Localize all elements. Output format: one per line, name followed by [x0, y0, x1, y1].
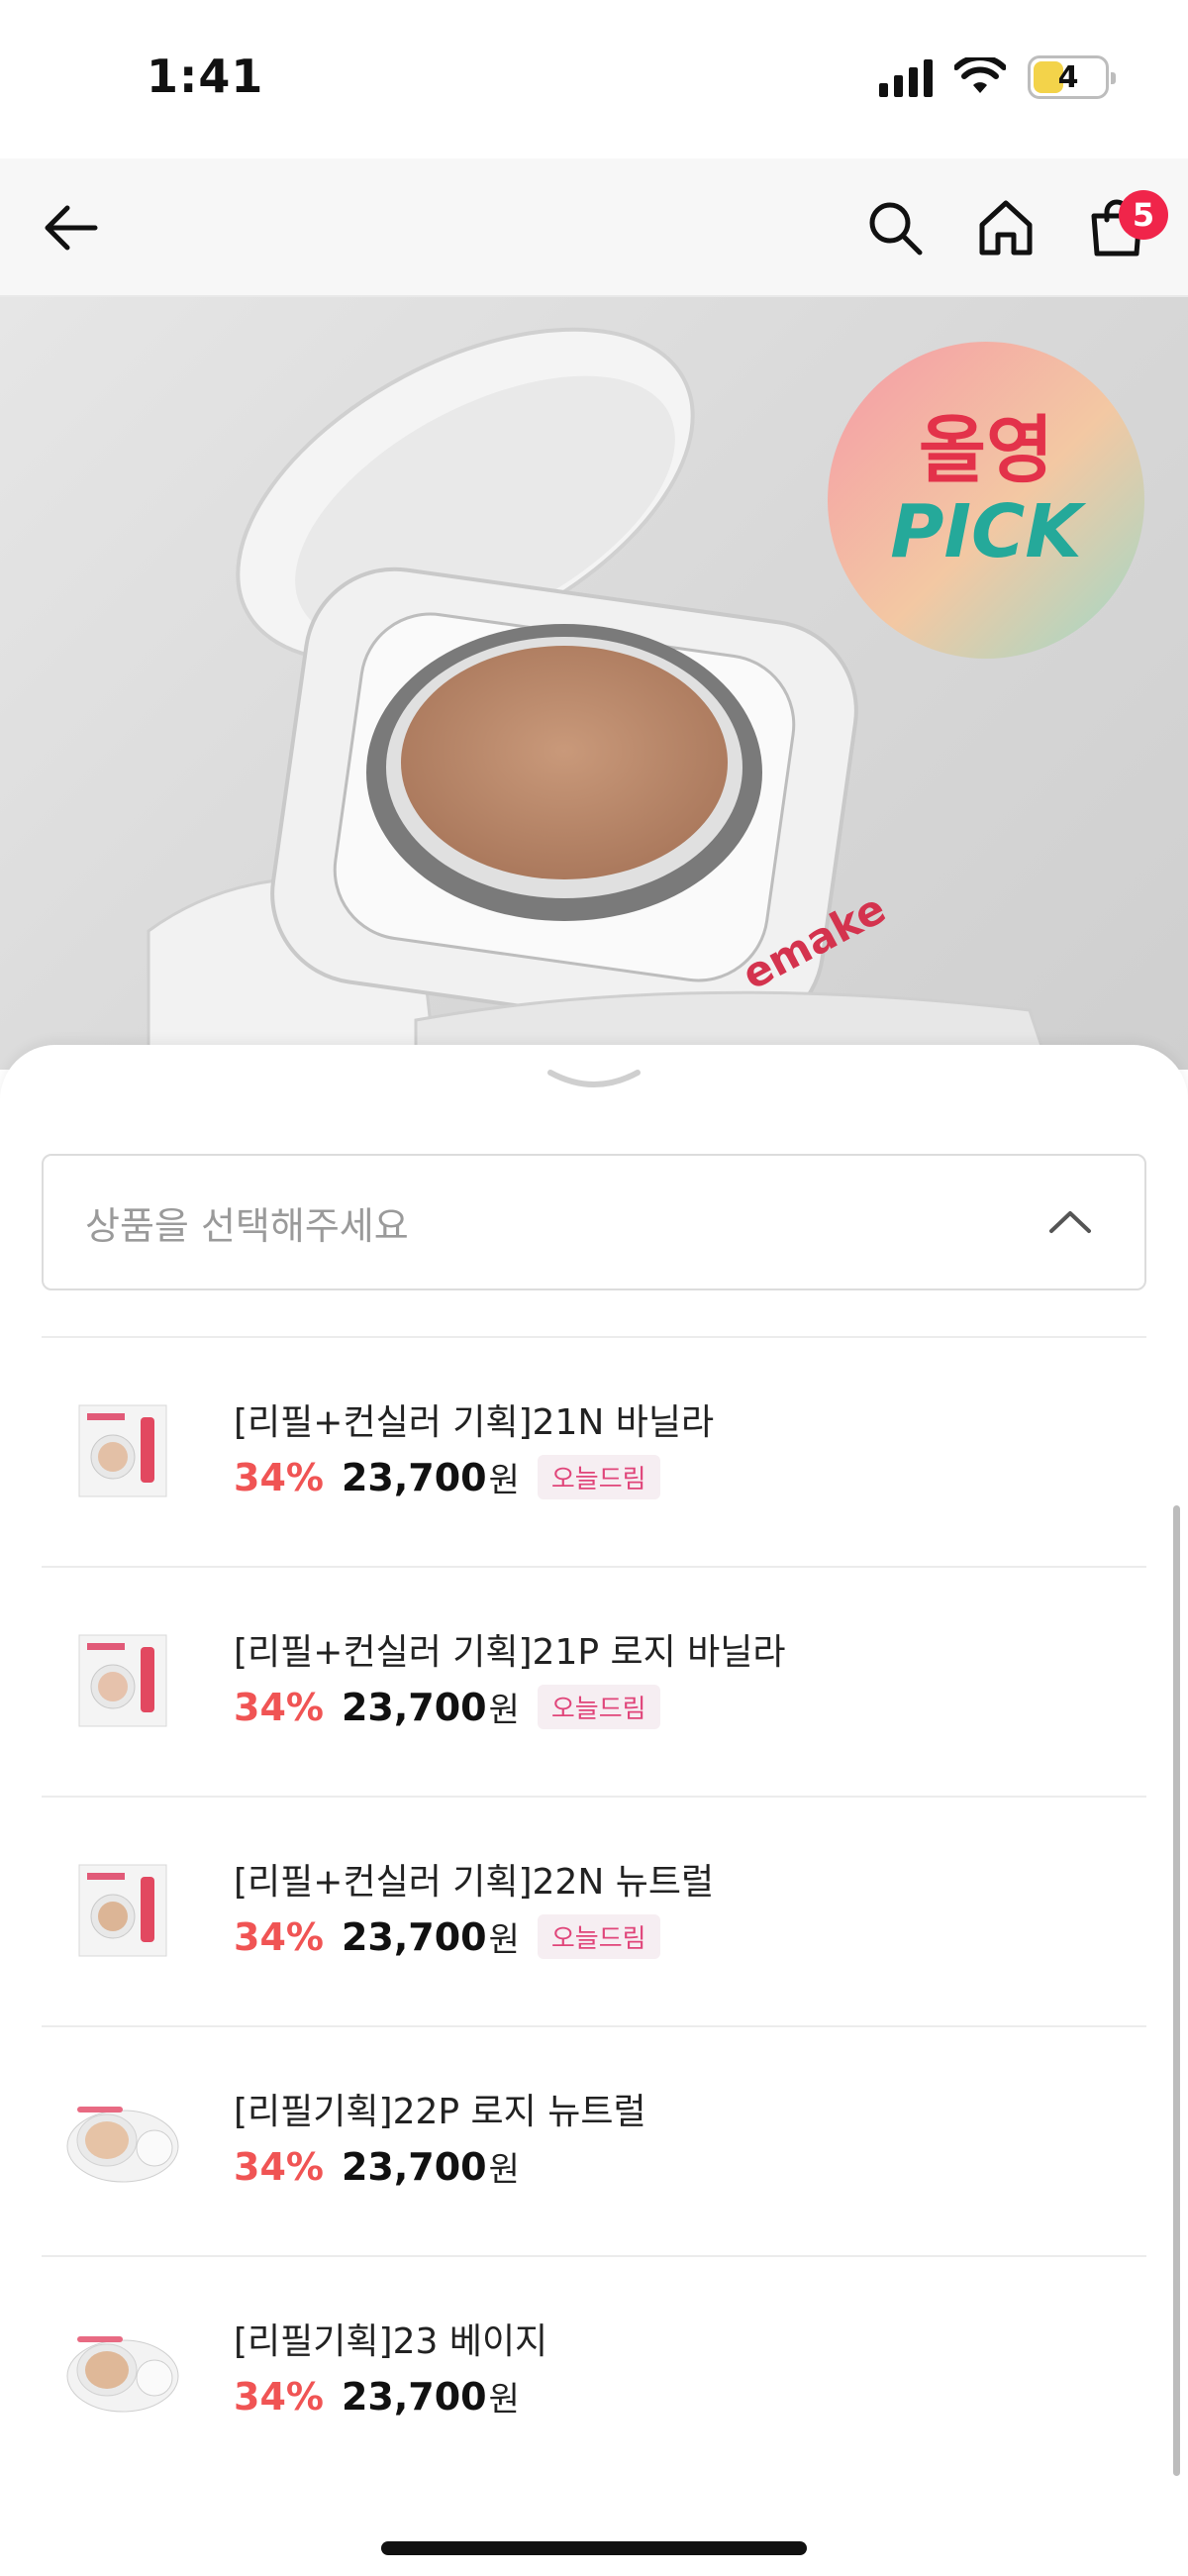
option-list-item[interactable]: [리필+컨실러 기획]21P 로지 바닐라 34% 23,700 원 오늘드림	[42, 1568, 1146, 1798]
currency: 원	[488, 1461, 520, 1500]
today-delivery-tag: 오늘드림	[537, 1914, 660, 1959]
discount-rate: 34%	[234, 1914, 324, 1959]
option-name: [리필+컨실러 기획]22N 뉴트럴	[234, 1862, 715, 1903]
option-name: [리필기획]22P 로지 뉴트럴	[234, 2092, 646, 2132]
price-row: 34% 23,700 원	[234, 2142, 520, 2191]
home-indicator[interactable]	[381, 2541, 807, 2555]
price-row: 34% 23,700 원 오늘드림	[234, 1453, 660, 1501]
cart-button[interactable]: 5	[1077, 188, 1168, 267]
currency: 원	[488, 1920, 520, 1960]
option-bottom-sheet: 상품을 선택해주세요 [리필+컨실러 기획]21N 바닐라 34% 23,700	[0, 1045, 1188, 2576]
price: 23,700	[341, 2144, 487, 2189]
search-icon	[869, 202, 923, 256]
price-row: 34% 23,700 원 오늘드림	[234, 1683, 660, 1731]
home-button[interactable]	[966, 188, 1045, 267]
discount-rate: 34%	[234, 1685, 324, 1729]
back-arrow-icon	[45, 205, 98, 251]
price-row: 34% 23,700 원 오늘드림	[234, 1912, 660, 1961]
product-thumbnail	[63, 1621, 182, 1740]
today-delivery-tag: 오늘드림	[537, 1455, 660, 1499]
price: 23,700	[341, 1914, 487, 1959]
price: 23,700	[341, 1455, 487, 1499]
product-hero-image[interactable]: emake 올영 PICK	[0, 297, 1188, 1070]
wifi-icon	[954, 57, 1006, 93]
battery-level: 4	[1057, 59, 1079, 95]
product-thumbnail	[63, 2311, 182, 2429]
cushion-compact-illustration: emake 올영 PICK	[147, 327, 1144, 1070]
price: 23,700	[341, 2374, 487, 2419]
option-list-item[interactable]: [리필+컨실러 기획]22N 뉴트럴 34% 23,700 원 오늘드림	[42, 1798, 1146, 2027]
badge-line1: 올영	[919, 408, 1053, 493]
currency: 원	[488, 2380, 520, 2420]
app-header: 5	[0, 158, 1188, 297]
currency: 원	[488, 2150, 520, 2190]
scrollbar[interactable]	[1173, 1505, 1180, 2476]
back-button[interactable]	[32, 188, 111, 267]
chevron-down-icon	[547, 1070, 641, 1087]
chevron-up-icon	[1049, 1211, 1091, 1233]
today-delivery-tag: 오늘드림	[537, 1685, 660, 1729]
option-select-dropdown[interactable]: 상품을 선택해주세요	[42, 1154, 1146, 1290]
product-thumbnail	[63, 1391, 182, 1510]
product-thumbnail	[63, 2081, 182, 2200]
price: 23,700	[341, 1685, 487, 1729]
select-placeholder: 상품을 선택해주세요	[85, 1203, 409, 1248]
status-bar: 1:41 4	[0, 0, 1188, 158]
option-list: [리필+컨실러 기획]21N 바닐라 34% 23,700 원 오늘드림 [리필…	[42, 1338, 1146, 2487]
option-list-item[interactable]: [리필기획]22P 로지 뉴트럴 34% 23,700 원	[42, 2027, 1146, 2257]
search-button[interactable]	[855, 188, 935, 267]
battery-icon: 4	[1028, 55, 1116, 99]
sheet-handle[interactable]	[544, 1063, 644, 1106]
cellular-signal-icon	[879, 57, 933, 97]
status-time: 1:41	[147, 50, 264, 103]
cart-count-badge: 5	[1119, 190, 1168, 240]
discount-rate: 34%	[234, 2374, 324, 2419]
price-row: 34% 23,700 원	[234, 2372, 520, 2421]
option-name: [리필기획]23 베이지	[234, 2321, 548, 2362]
option-name: [리필+컨실러 기획]21P 로지 바닐라	[234, 1632, 786, 1673]
option-list-item[interactable]: [리필+컨실러 기획]21N 바닐라 34% 23,700 원 오늘드림	[42, 1338, 1146, 1568]
badge-line2: PICK	[890, 489, 1086, 574]
status-icons: 4	[879, 55, 1116, 99]
discount-rate: 34%	[234, 1455, 324, 1499]
currency: 원	[488, 1691, 520, 1730]
option-list-item[interactable]: [리필기획]23 베이지 34% 23,700 원	[42, 2257, 1146, 2487]
home-icon	[979, 200, 1033, 256]
product-thumbnail	[63, 1851, 182, 1970]
option-name: [리필+컨실러 기획]21N 바닐라	[234, 1402, 715, 1443]
discount-rate: 34%	[234, 2144, 324, 2189]
